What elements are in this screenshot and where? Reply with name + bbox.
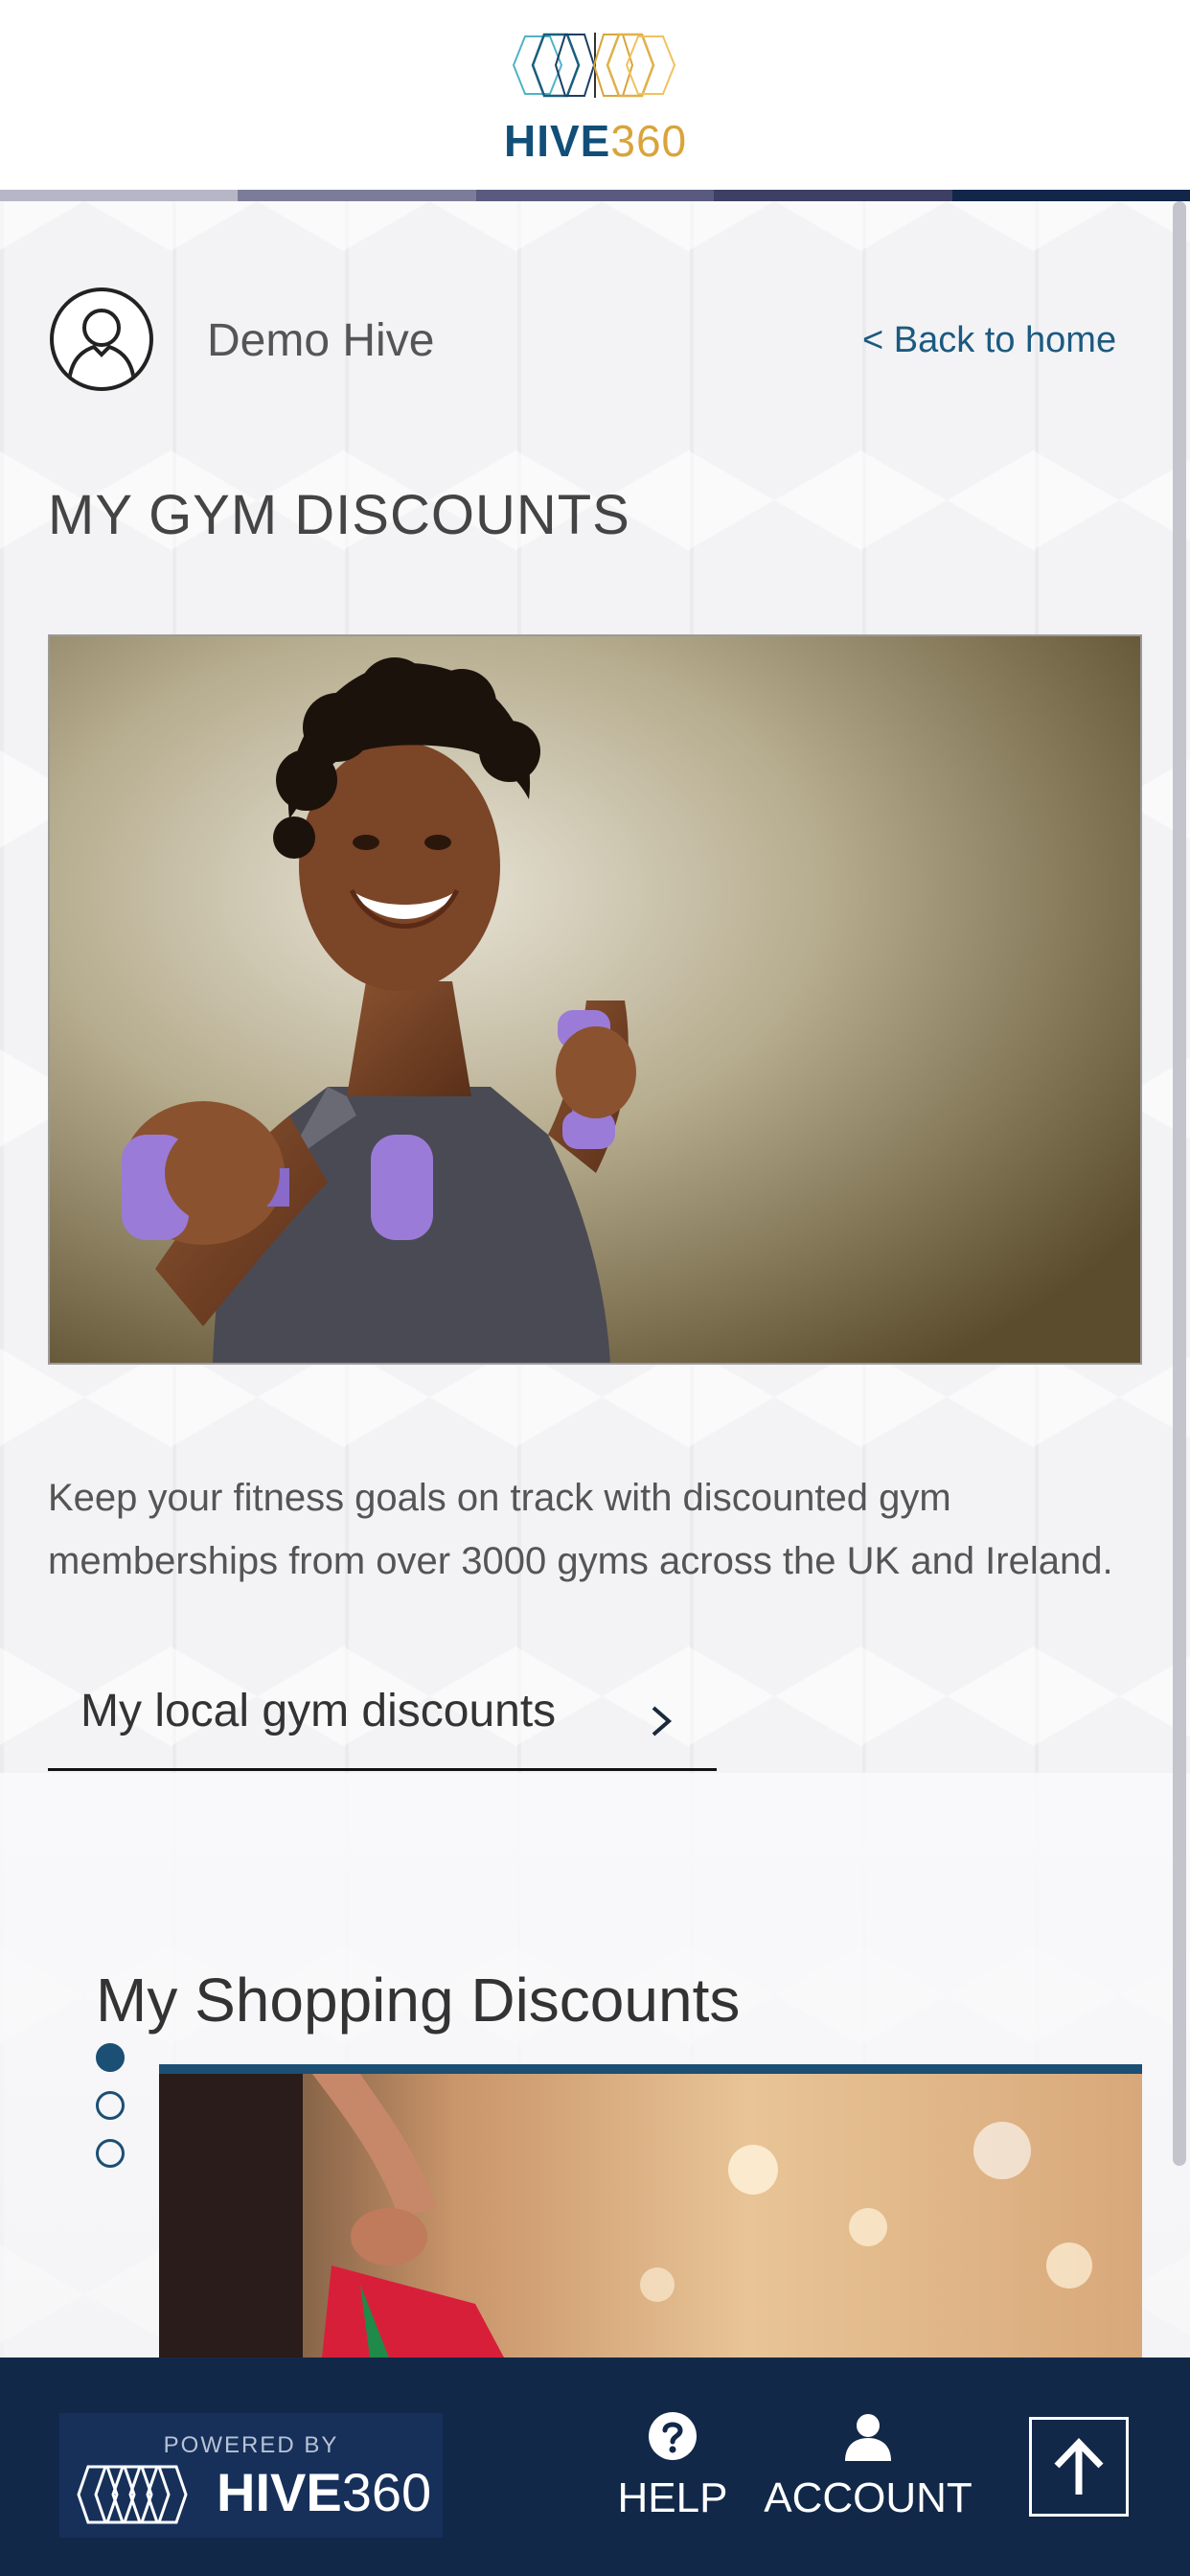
person-icon bbox=[845, 2414, 891, 2461]
back-to-top-button[interactable] bbox=[1029, 2417, 1129, 2517]
footer-brand: HIVE360 bbox=[217, 2462, 432, 2522]
chevron-right-icon bbox=[652, 1706, 673, 1736]
footer-logo[interactable]: POWERED BY HIVE360 bbox=[59, 2413, 443, 2538]
carousel-dot-3[interactable] bbox=[96, 2139, 125, 2168]
arrow-up-icon bbox=[1054, 2437, 1104, 2495]
local-gym-discounts-link[interactable]: My local gym discounts bbox=[48, 1668, 717, 1771]
profile-name: Demo Hive bbox=[207, 315, 435, 366]
help-label: HELP bbox=[617, 2474, 728, 2521]
shopping-discounts-title: My Shopping Discounts bbox=[96, 1966, 741, 2035]
page-title: MY GYM DISCOUNTS bbox=[48, 484, 630, 546]
app-header: HIVE360 bbox=[0, 0, 1190, 190]
account-label: ACCOUNT bbox=[764, 2474, 973, 2521]
logo-wordmark: HIVE360 bbox=[504, 116, 688, 166]
user-outline-icon bbox=[67, 309, 136, 387]
back-to-home-link[interactable]: < Back to home bbox=[862, 320, 1116, 361]
gym-description: Keep your fitness goals on track with di… bbox=[48, 1477, 1113, 1582]
account-button[interactable]: ACCOUNT bbox=[763, 2411, 973, 2522]
question-circle-icon bbox=[649, 2412, 697, 2460]
avatar[interactable] bbox=[50, 288, 153, 391]
carousel-dot-2[interactable] bbox=[96, 2091, 125, 2120]
shopping-bags-photo bbox=[159, 2074, 1142, 2358]
hexagon-logo-icon bbox=[77, 2465, 188, 2524]
powered-by-label: POWERED BY bbox=[163, 2432, 339, 2458]
woman-with-dumbbells-photo bbox=[50, 636, 1140, 1363]
app-footer: POWERED BY HIVE360 HELP ACCOUNT bbox=[0, 2358, 1190, 2576]
hero-image bbox=[48, 634, 1142, 1365]
hive360-logo[interactable]: HIVE360 bbox=[504, 29, 686, 166]
carousel-dot-1[interactable] bbox=[96, 2043, 125, 2072]
hexagon-logo-icon bbox=[512, 33, 676, 98]
shopping-image[interactable] bbox=[159, 2064, 1142, 2358]
header-color-stripe bbox=[0, 190, 1190, 201]
local-gym-discounts-label: My local gym discounts bbox=[80, 1686, 557, 1736]
scrollbar[interactable] bbox=[1173, 201, 1186, 2166]
help-button[interactable]: HELP bbox=[613, 2411, 732, 2522]
